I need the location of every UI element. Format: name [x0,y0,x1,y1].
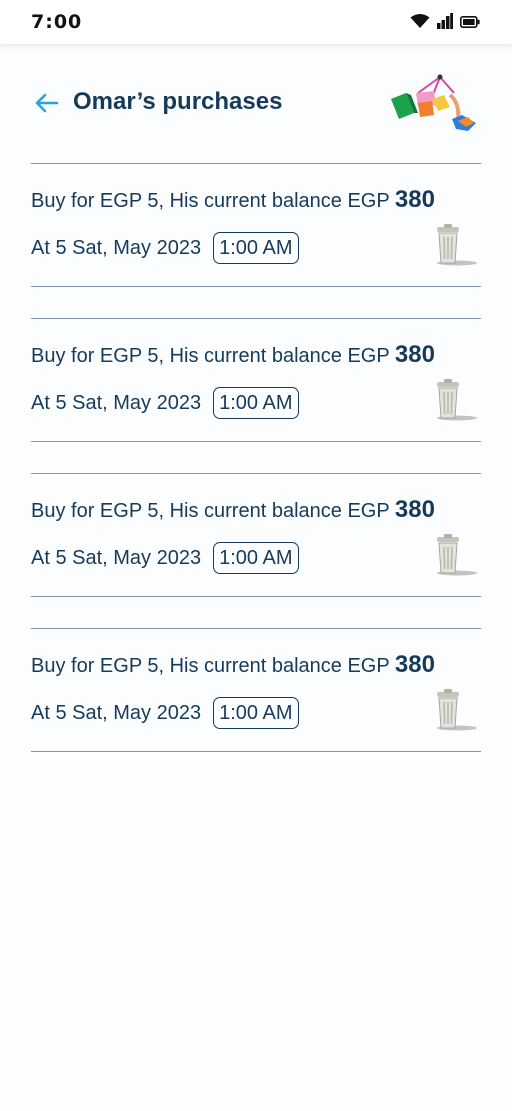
delete-purchase-button[interactable] [431,224,479,268]
purchase-description: Buy for EGP 5, His current balance EGP 3… [31,496,435,524]
purchase-description: Buy for EGP 5, His current balance EGP 3… [31,341,435,369]
purchase-datetime: At 5 Sat, May 2023 1:00 AM [31,387,299,419]
trash-can-icon [431,689,479,737]
page-header: Omar’s purchases [0,60,512,148]
purchase-description-text: Buy for EGP 5, His current balance EGP [31,190,390,212]
purchase-description-text: Buy for EGP 5, His current balance EGP [31,655,390,677]
purchase-date: At 5 Sat, May 2023 [31,391,202,414]
back-button[interactable] [31,90,61,120]
current-balance-amount: 380 [394,496,435,523]
current-balance-amount: 380 [394,651,435,678]
delete-purchase-button[interactable] [431,379,479,423]
purchase-item: Buy for EGP 5, His current balance EGP 3… [31,318,481,442]
purchase-date: At 5 Sat, May 2023 [31,701,202,724]
purchase-datetime: At 5 Sat, May 2023 1:00 AM [31,232,299,264]
trash-can-icon [431,224,479,272]
purchase-date: At 5 Sat, May 2023 [31,236,202,259]
wifi-icon [410,13,430,34]
purchase-time-badge: 1:00 AM [213,387,299,419]
purchase-time-badge: 1:00 AM [213,232,299,264]
purchase-description-text: Buy for EGP 5, His current balance EGP [31,500,390,522]
purchase-time-badge: 1:00 AM [213,542,299,574]
purchase-list: Buy for EGP 5, His current balance EGP 3… [31,163,481,783]
delete-purchase-button[interactable] [431,689,479,733]
cellular-signal-icon [437,13,453,34]
status-time: 7:00 [31,11,83,33]
purchase-description: Buy for EGP 5, His current balance EGP 3… [31,186,435,214]
shopping-bags-illustration [388,73,480,137]
trash-can-icon [431,534,479,582]
purchase-datetime: At 5 Sat, May 2023 1:00 AM [31,542,299,574]
current-balance-amount: 380 [394,341,435,368]
purchase-item: Buy for EGP 5, His current balance EGP 3… [31,163,481,287]
battery-icon [460,15,480,33]
status-bar: 7:00 [0,0,512,44]
purchase-date: At 5 Sat, May 2023 [31,546,202,569]
current-balance-amount: 380 [394,186,435,213]
purchase-time-badge: 1:00 AM [213,697,299,729]
purchase-datetime: At 5 Sat, May 2023 1:00 AM [31,697,299,729]
purchase-item: Buy for EGP 5, His current balance EGP 3… [31,473,481,597]
purchase-description-text: Buy for EGP 5, His current balance EGP [31,345,390,367]
purchase-description: Buy for EGP 5, His current balance EGP 3… [31,651,435,679]
trash-can-icon [431,379,479,427]
delete-purchase-button[interactable] [431,534,479,578]
arrow-left-icon [33,92,59,119]
status-icons [410,13,480,34]
purchase-item: Buy for EGP 5, His current balance EGP 3… [31,628,481,752]
page-title: Omar’s purchases [73,88,283,115]
